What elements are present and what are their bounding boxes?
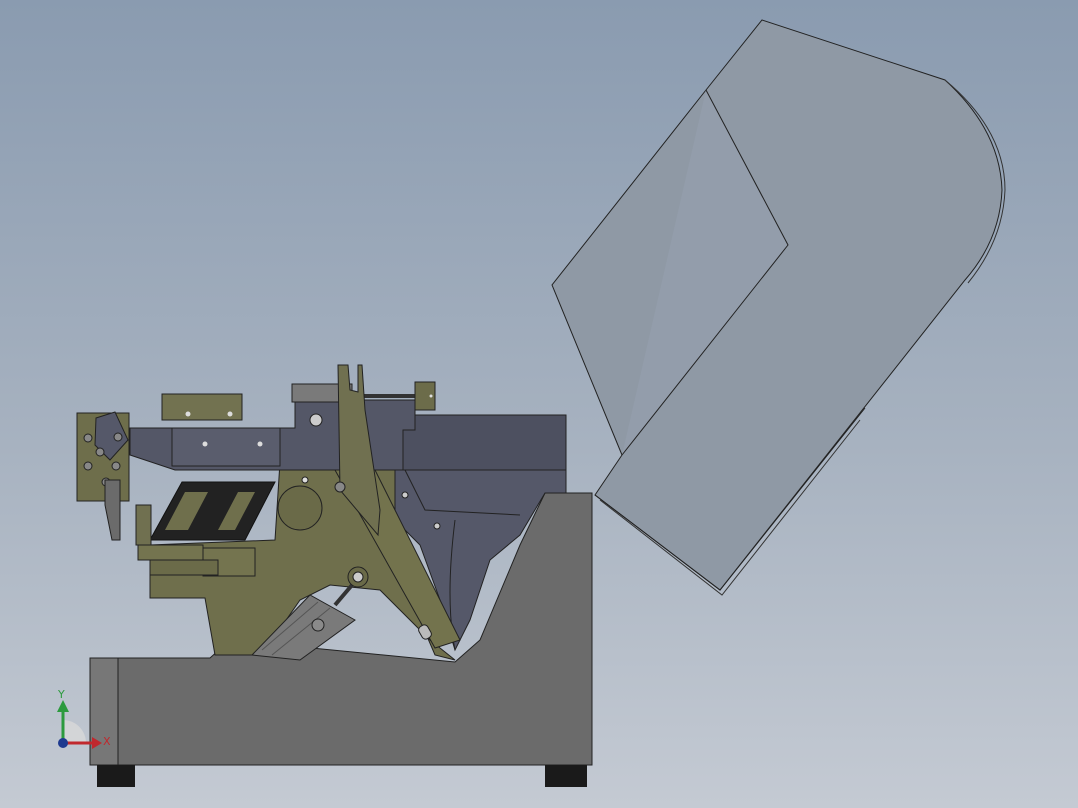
hopper-cover[interactable] [551,19,1006,596]
x-axis-label: X [103,735,111,748]
cad-model-viewport[interactable]: Y X [0,0,1078,808]
foot-right [545,765,587,787]
machine-assembly[interactable]: Y X [0,0,1078,808]
film-sheets[interactable] [149,481,276,541]
y-axis-label: Y [57,688,65,701]
foot-left [97,765,135,787]
